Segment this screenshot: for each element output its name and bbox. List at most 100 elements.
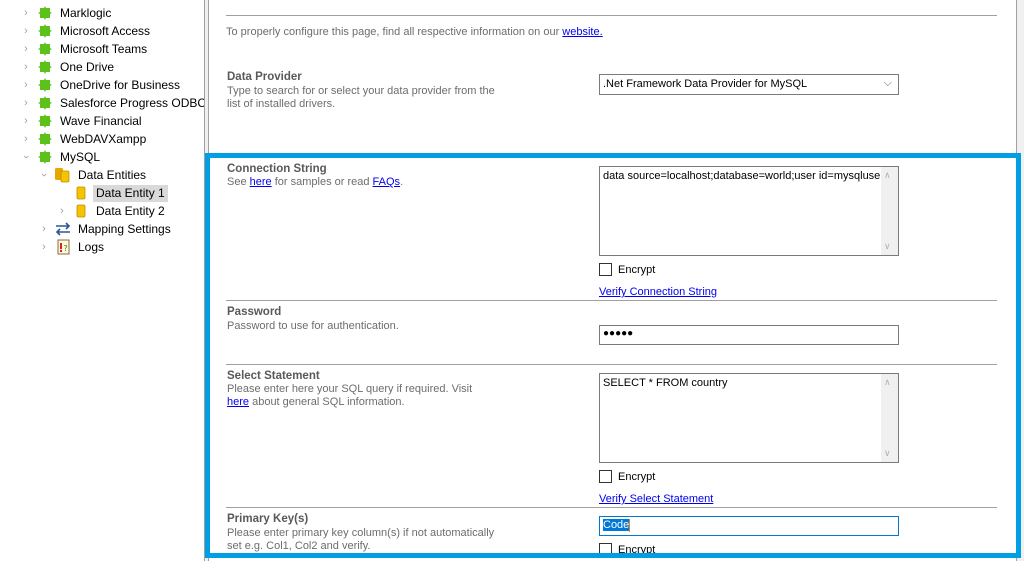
chevron-right-icon[interactable]: › — [56, 205, 68, 217]
faqs-link[interactable]: FAQs — [373, 176, 401, 188]
sql-info-here-link[interactable]: here — [227, 396, 249, 408]
select-statement-title: Select Statement — [227, 370, 320, 382]
website-link[interactable]: website. — [562, 26, 602, 38]
tree-item-one-drive[interactable]: › One Drive — [20, 58, 117, 76]
tree-item-label: Data Entity 2 — [96, 203, 165, 218]
intro-text-body: To properly configure this page, find al… — [226, 26, 563, 38]
verify-select-statement-link[interactable]: Verify Select Statement — [599, 493, 713, 505]
scroll-up-icon[interactable]: ∧ — [884, 377, 891, 388]
tree-item-label: Logs — [78, 239, 105, 254]
scroll-down-icon[interactable]: ∨ — [884, 241, 891, 252]
tree-item-mysql[interactable]: › MySQL — [20, 148, 103, 166]
tree-item-microsoft-access[interactable]: › Microsoft Access — [20, 22, 153, 40]
svg-text:?: ? — [64, 244, 68, 253]
plugin-icon — [36, 59, 54, 75]
plugin-icon — [36, 149, 54, 165]
checkbox-box[interactable] — [599, 263, 612, 276]
checkbox-label: Encrypt — [618, 263, 656, 276]
tree-item-label: Data Entity 1 — [93, 184, 168, 202]
scroll-down-icon[interactable]: ∨ — [884, 448, 891, 459]
plugin-icon — [36, 77, 54, 93]
configuration-panel: To properly configure this page, find al… — [210, 0, 1016, 561]
tree-item-webdavxampp[interactable]: › WebDAVXampp — [20, 130, 149, 148]
tree-item-label: Salesforce Progress ODBC — [60, 95, 204, 110]
desc-text: See — [227, 176, 250, 188]
tree-item-label: Microsoft Teams — [60, 41, 148, 56]
chevron-down-icon[interactable]: ⌵ — [884, 77, 892, 90]
connection-encrypt-checkbox[interactable]: Encrypt — [599, 263, 655, 276]
data-provider-value: .Net Framework Data Provider for MySQL — [603, 78, 808, 90]
divider — [226, 15, 997, 16]
plugin-icon — [36, 41, 54, 57]
outer-scrollbar[interactable] — [1016, 0, 1024, 561]
tree-item-marklogic[interactable]: › Marklogic — [20, 4, 114, 22]
chevron-right-icon[interactable]: › — [20, 61, 32, 73]
primary-keys-value: Code — [603, 519, 630, 532]
select-statement-textarea[interactable]: SELECT * FROM country ∧ ∨ — [599, 373, 899, 463]
divider — [226, 364, 997, 365]
tree-item-label: Data Entities — [78, 167, 147, 182]
vertical-scrollbar[interactable]: ∧ ∨ — [881, 374, 898, 462]
tree-item-onedrive-for-business[interactable]: › OneDrive for Business — [20, 76, 183, 94]
database-icon — [72, 185, 90, 201]
connection-string-title: Connection String — [227, 163, 327, 175]
plugin-icon — [36, 23, 54, 39]
chevron-right-icon[interactable]: › — [20, 133, 32, 145]
desc-text: about general SQL information. — [249, 396, 405, 408]
desc-text: for samples or read — [271, 176, 373, 188]
primary-keys-description: Please enter primary key column(s) if no… — [227, 527, 495, 552]
chevron-right-icon[interactable]: › — [38, 241, 50, 253]
password-field[interactable]: ●●●●● — [599, 325, 899, 345]
data-provider-select[interactable]: .Net Framework Data Provider for MySQL ⌵ — [599, 74, 899, 95]
tree-item-label: Microsoft Access — [60, 23, 151, 38]
chevron-right-icon[interactable]: › — [20, 25, 32, 37]
scroll-up-icon[interactable]: ∧ — [884, 170, 891, 181]
tree-item-label: Marklogic — [60, 5, 112, 20]
tree-item-wave-financial[interactable]: › Wave Financial — [20, 112, 145, 130]
checkbox-box[interactable] — [599, 543, 612, 556]
tree-item-data-entity-2[interactable]: › Data Entity 2 — [56, 202, 168, 220]
tree-item-mapping-settings[interactable]: › Mapping Settings — [38, 220, 174, 238]
text-caret — [629, 519, 631, 532]
password-value: ●●●●● — [603, 328, 634, 339]
connection-string-value: data source=localhost;database=world;use… — [603, 170, 888, 182]
chevron-right-icon[interactable]: › — [20, 7, 32, 19]
chevron-right-icon[interactable]: › — [20, 79, 32, 91]
data-provider-title: Data Provider — [227, 71, 302, 83]
checkbox-box[interactable] — [599, 470, 612, 483]
tree-item-label: OneDrive for Business — [60, 77, 181, 92]
select-statement-value: SELECT * FROM country — [603, 377, 728, 389]
divider — [226, 507, 997, 508]
vertical-scrollbar[interactable]: ∧ ∨ — [881, 167, 898, 255]
primary-keys-field[interactable]: Code — [599, 516, 899, 536]
connection-string-textarea[interactable]: data source=localhost;database=world;use… — [599, 166, 899, 256]
select-encrypt-checkbox[interactable]: Encrypt — [599, 470, 655, 483]
tree-item-label: MySQL — [60, 149, 101, 164]
tree-item-label: One Drive — [60, 59, 115, 74]
desc-text: . — [400, 176, 404, 188]
chevron-down-icon[interactable]: › — [38, 169, 50, 181]
chevron-right-icon[interactable]: › — [38, 223, 50, 235]
checkbox-label: Encrypt — [618, 543, 656, 556]
chevron-right-icon[interactable]: › — [20, 115, 32, 127]
samples-here-link[interactable]: here — [250, 176, 272, 188]
primary-keys-encrypt-checkbox[interactable]: Encrypt — [599, 543, 655, 556]
panel-splitter[interactable] — [204, 0, 209, 561]
chevron-right-icon[interactable]: › — [20, 43, 32, 55]
connection-string-description: See here for samples or read FAQs. — [227, 176, 497, 189]
primary-keys-title: Primary Key(s) — [227, 513, 309, 525]
tree-item-microsoft-teams[interactable]: › Microsoft Teams — [20, 40, 150, 58]
tree-item-logs[interactable]: › ? Logs — [38, 238, 107, 256]
navigation-tree: › Marklogic › Microsoft Access › Microso… — [0, 0, 204, 561]
data-provider-description: Type to search for or select your data p… — [227, 85, 495, 110]
plugin-icon — [36, 131, 54, 147]
password-description: Password to use for authentication. — [227, 320, 399, 332]
chevron-right-icon[interactable]: › — [20, 97, 32, 109]
tree-item-data-entities[interactable]: › Data Entities — [38, 166, 149, 184]
tree-item-salesforce-progress-odbc[interactable]: › Salesforce Progress ODBC — [20, 94, 204, 112]
tree-item-data-entity-1[interactable]: › Data Entity 1 — [56, 184, 168, 202]
mapping-arrows-icon — [54, 221, 72, 237]
chevron-down-icon[interactable]: › — [20, 151, 32, 163]
verify-connection-string-link[interactable]: Verify Connection String — [599, 286, 717, 298]
tree-item-label: Mapping Settings — [78, 221, 171, 236]
